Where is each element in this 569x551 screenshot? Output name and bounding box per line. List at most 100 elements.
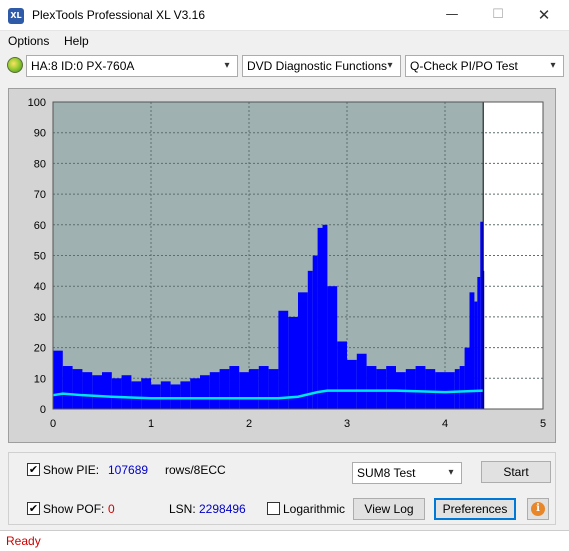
pie-bar: [322, 224, 328, 409]
show-pof-checkbox[interactable]: ✔: [27, 502, 40, 515]
y-tick-label: 90: [34, 128, 46, 140]
pie-bar: [239, 372, 249, 409]
title-bar: XL PlexTools Professional XL V3.16 — ☐ ✕: [0, 0, 569, 31]
preferences-button[interactable]: Preferences: [434, 498, 516, 520]
pie-bar: [435, 372, 445, 409]
x-tick-label: 1: [148, 418, 154, 430]
status-text: Ready: [6, 534, 41, 548]
pie-bar: [200, 375, 210, 409]
pie-bar: [180, 381, 191, 409]
start-button[interactable]: Start: [481, 461, 551, 483]
info-icon: i: [531, 502, 545, 516]
pie-bar: [229, 366, 240, 409]
y-tick-label: 50: [34, 251, 46, 263]
pie-bar: [268, 369, 279, 409]
menu-bar: Options Help: [0, 31, 569, 51]
logarithmic-label: Logarithmic: [283, 502, 346, 516]
show-pie-label: Show PIE:: [43, 463, 100, 477]
lsn-label: LSN:: [169, 502, 196, 516]
pie-bar: [111, 378, 122, 409]
pie-bar: [209, 372, 220, 409]
y-tick-label: 0: [40, 404, 46, 416]
pie-bar: [190, 378, 200, 409]
function-select[interactable]: DVD Diagnostic Functions ▾: [242, 55, 401, 77]
chevron-down-icon: ▾: [448, 467, 454, 478]
y-tick-label: 10: [34, 373, 46, 385]
minimize-icon[interactable]: —: [429, 0, 475, 31]
pie-bar: [160, 381, 171, 409]
y-tick-label: 30: [34, 312, 46, 324]
pie-bar: [356, 353, 367, 409]
chart-panel: 0 10 20 30 40 50 60 70 80 90 100 0 1 2 3 4 5: [8, 88, 556, 443]
pie-bar: [121, 375, 132, 409]
pie-bar: [278, 310, 289, 409]
pie-bar: [347, 359, 357, 409]
pie-bar: [298, 292, 308, 409]
pie-bar: [219, 369, 230, 409]
controls-panel: ✔ Show PIE: 107689 rows/8ECC SUM8 Test ▾…: [8, 452, 556, 525]
pie-bar: [425, 369, 436, 409]
pie-bar: [307, 270, 313, 409]
pie-bar: [312, 255, 318, 409]
x-tick-label: 0: [50, 418, 56, 430]
view-log-button[interactable]: View Log: [353, 498, 425, 520]
x-tick-label: 4: [442, 418, 448, 430]
pie-bar: [317, 227, 323, 409]
drive-select[interactable]: HA:8 ID:0 PX-760A ▾: [26, 55, 238, 77]
window-title: PlexTools Professional XL V3.16: [32, 8, 205, 22]
pie-bar: [258, 366, 269, 409]
pie-bar: [82, 372, 93, 409]
pie-bar: [72, 369, 83, 409]
pie-bar: [62, 366, 73, 409]
pie-bar: [386, 366, 396, 409]
show-pof-label: Show POF:: [43, 502, 105, 516]
pie-bar: [477, 276, 481, 409]
pie-bar: [376, 369, 387, 409]
pie-bar: [405, 369, 416, 409]
x-tick-label: 3: [344, 418, 350, 430]
status-bar: Ready: [0, 530, 569, 551]
pof-value: 0: [108, 502, 115, 516]
chevron-down-icon: ▾: [550, 60, 556, 71]
pi-chart: 0 10 20 30 40 50 60 70 80 90 100 0 1 2 3 4 5: [28, 97, 546, 430]
y-tick-label: 80: [34, 158, 46, 170]
pie-bar: [337, 341, 347, 409]
x-tick-label: 2: [246, 418, 252, 430]
info-button[interactable]: i: [527, 498, 549, 520]
y-tick-label: 70: [34, 189, 46, 201]
pie-bar: [141, 378, 151, 409]
y-tick-label: 60: [34, 220, 46, 232]
test-select-value: Q-Check PI/PO Test: [410, 59, 518, 73]
lsn-value: 2298496: [199, 502, 246, 516]
pie-bar: [459, 366, 465, 409]
pie-bar: [288, 316, 298, 409]
pie-bar: [102, 372, 112, 409]
pie-bar: [92, 375, 102, 409]
sum8-test-select-value: SUM8 Test: [357, 466, 416, 480]
pie-bar: [464, 347, 470, 409]
drive-select-value: HA:8 ID:0 PX-760A: [31, 59, 135, 73]
function-select-value: DVD Diagnostic Functions: [247, 59, 388, 73]
menu-options[interactable]: Options: [8, 34, 49, 48]
chevron-down-icon: ▾: [224, 60, 230, 71]
pie-bar: [170, 384, 181, 409]
logarithmic-checkbox[interactable]: [267, 502, 280, 515]
maximize-icon[interactable]: ☐: [475, 0, 521, 31]
rows-label: rows/8ECC: [165, 463, 226, 477]
x-tick-label: 5: [540, 418, 546, 430]
menu-help[interactable]: Help: [64, 34, 89, 48]
pie-value: 107689: [108, 463, 149, 477]
test-select[interactable]: Q-Check PI/PO Test ▾: [405, 55, 564, 77]
chevron-down-icon: ▾: [387, 60, 393, 71]
y-tick-label: 40: [34, 281, 46, 293]
pie-bar: [131, 381, 142, 409]
pie-bar: [474, 301, 478, 409]
sum8-test-select[interactable]: SUM8 Test ▾: [352, 462, 462, 484]
show-pie-checkbox[interactable]: ✔: [27, 463, 40, 476]
pie-bar: [415, 366, 426, 409]
pie-bar: [366, 366, 377, 409]
close-icon[interactable]: ✕: [521, 0, 567, 31]
pie-bar: [249, 369, 259, 409]
pie-bar: [151, 384, 161, 409]
y-tick-label: 100: [28, 97, 46, 109]
